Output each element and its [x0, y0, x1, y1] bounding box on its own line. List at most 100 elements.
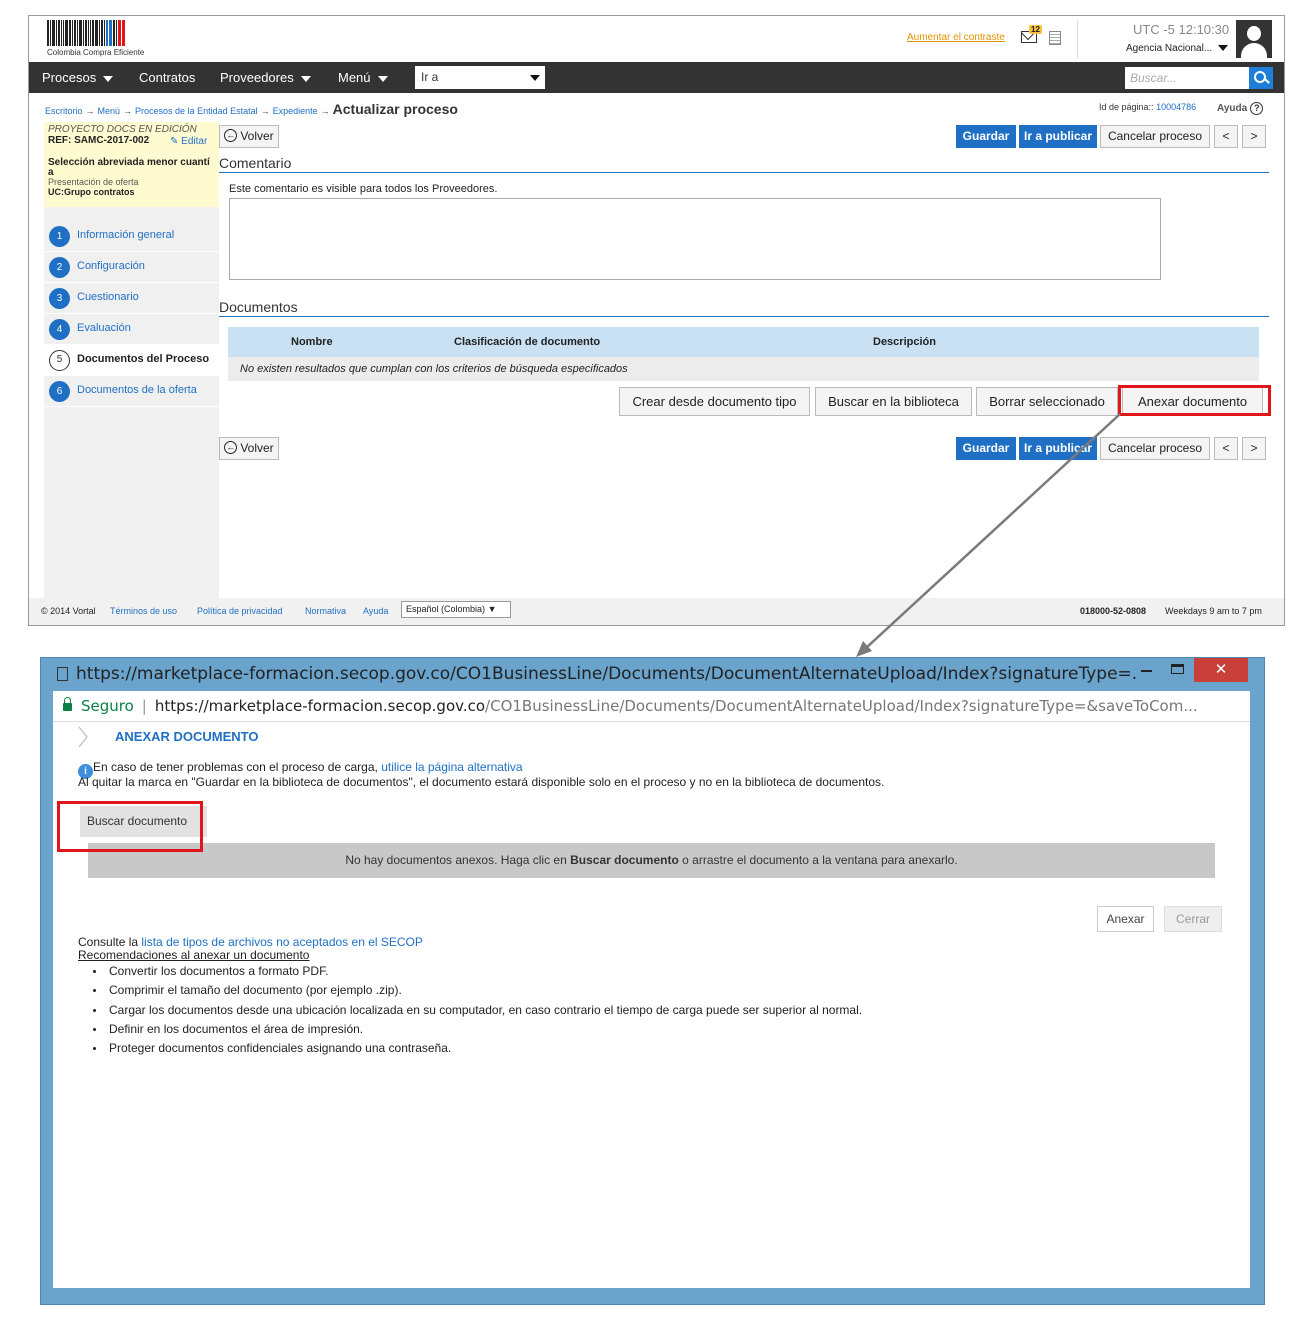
breadcrumb: Escritorio → Menú → Procesos de la Entidad E…	[45, 101, 458, 117]
popup-title-bar: https://marketplace-formacion.secop.gov.…	[57, 664, 1137, 684]
list-item: Definir en los documentos el área de imp…	[92, 1022, 862, 1041]
minimize-icon[interactable]	[1141, 670, 1152, 672]
step-number: 2	[49, 257, 70, 278]
nav-contratos[interactable]: Contratos	[139, 70, 195, 85]
nav-menu[interactable]: Menú	[338, 70, 388, 85]
nav-procesos-label: Procesos	[42, 70, 97, 85]
prev-button[interactable]: <	[1214, 125, 1238, 148]
attach-button[interactable]: Anexar	[1097, 906, 1154, 932]
save-button[interactable]: Guardar	[956, 125, 1016, 148]
document-icon[interactable]	[1049, 31, 1061, 45]
cancel-process-button[interactable]: Cancelar proceso	[1100, 125, 1210, 148]
project-phase: Presentación de oferta	[48, 177, 139, 187]
step-evaluacion[interactable]: 4 Evaluación	[44, 314, 219, 345]
step-label: Cuestionario	[77, 291, 139, 303]
highlight-box	[1118, 385, 1271, 416]
consult-prefix: Consulte la	[78, 935, 139, 949]
publish-button-bottom[interactable]: Ir a publicar	[1019, 437, 1097, 460]
user-avatar-icon[interactable]	[1236, 20, 1272, 58]
nav-proveedores[interactable]: Proveedores	[220, 70, 311, 85]
breadcrumb-procesos[interactable]: Procesos de la Entidad Estatal	[135, 106, 258, 116]
list-item: Comprimir el tamaño del documento (por e…	[92, 983, 862, 1002]
breadcrumb-escritorio[interactable]: Escritorio	[45, 106, 83, 116]
info-text: En caso de tener problemas con el proces…	[93, 760, 378, 774]
col-clasificacion[interactable]: Clasificación de documento	[454, 336, 600, 348]
next-button-bottom[interactable]: >	[1242, 437, 1266, 460]
project-summary: PROYECTO DOCS EN EDICIÓN REF: SAMC-2017-…	[44, 122, 219, 207]
terms-link[interactable]: Términos de uso	[110, 606, 177, 616]
breadcrumb-menu[interactable]: Menú	[98, 106, 121, 116]
highlight-box	[57, 801, 203, 852]
project-unit: UC:Grupo contratos	[48, 187, 135, 197]
unaccepted-types-link[interactable]: lista de tipos de archivos no aceptados …	[141, 935, 423, 949]
main-navbar: Procesos Contratos Proveedores Menú Ir a…	[29, 62, 1284, 93]
page-id-label: Id de página::	[1099, 102, 1154, 112]
col-descripcion[interactable]: Descripción	[873, 336, 936, 348]
dropzone-prefix: No hay documentos anexos. Haga clic en	[345, 853, 567, 867]
back-button-bottom[interactable]: ← Volver	[219, 437, 279, 460]
popup-content: ANEXAR DOCUMENTO i En caso de tener probl…	[53, 722, 1250, 1288]
help-link[interactable]: Ayuda	[1217, 102, 1263, 115]
close-button[interactable]: Cerrar	[1164, 906, 1222, 932]
search-icon[interactable]	[1249, 67, 1273, 89]
maximize-icon[interactable]	[1171, 664, 1184, 674]
nav-procesos[interactable]: Procesos	[42, 70, 114, 85]
colombia-compra-logo[interactable]: Colombia Compra Eficiente	[47, 20, 157, 58]
increase-contrast-link[interactable]: Aumentar el contraste	[907, 32, 1005, 43]
save-button-bottom[interactable]: Guardar	[956, 437, 1016, 460]
step-cuestionario[interactable]: 3 Cuestionario	[44, 283, 219, 314]
breadcrumb-expediente[interactable]: Expediente	[273, 106, 318, 116]
library-note: Al quitar la marca en "Guardar en la bib…	[78, 775, 885, 789]
footer: © 2014 Vortal Términos de uso Política d…	[29, 598, 1284, 625]
language-select[interactable]: Español (Colombia) ▼	[401, 601, 511, 618]
privacy-link[interactable]: Política de privacidad	[197, 606, 283, 616]
back-button[interactable]: ← Volver	[219, 125, 279, 148]
delete-selected-button[interactable]: Borrar seleccionado	[976, 387, 1118, 416]
prev-button-bottom[interactable]: <	[1214, 437, 1238, 460]
mail-count-badge: 12	[1029, 25, 1042, 34]
copyright: © 2014 Vortal	[41, 606, 96, 616]
edit-link[interactable]: ✎ Editar	[170, 136, 207, 147]
goto-select[interactable]: Ir a	[415, 66, 545, 89]
close-window-button[interactable]: ✕	[1194, 658, 1248, 682]
step-info-general[interactable]: 1 Información general	[44, 221, 219, 252]
step-documentos-oferta[interactable]: 6 Documentos de la oferta	[44, 376, 219, 407]
recommendations-title: Recomendaciones al anexar un documento	[78, 948, 310, 962]
url-path: /CO1BusinessLine/Documents/DocumentAlter…	[485, 697, 1198, 715]
step-number: 4	[49, 319, 70, 340]
chevron-down-icon	[300, 75, 311, 82]
search-input[interactable]: Buscar...	[1125, 67, 1249, 89]
edit-label: Editar	[181, 136, 208, 147]
cancel-process-button-bottom[interactable]: Cancelar proceso	[1100, 437, 1210, 460]
step-number: 3	[49, 288, 70, 309]
language-value: Español (Colombia)	[406, 604, 486, 614]
comment-note: Este comentario es visible para todos lo…	[229, 183, 498, 195]
sidebar: PROYECTO DOCS EN EDICIÓN REF: SAMC-2017-…	[44, 122, 219, 625]
alternate-page-link[interactable]: utilice la página alternativa	[381, 760, 522, 774]
attach-document-popup: https://marketplace-formacion.secop.gov.…	[40, 657, 1265, 1305]
help-footer-link[interactable]: Ayuda	[363, 606, 388, 616]
col-nombre[interactable]: Nombre	[291, 336, 333, 348]
normativa-link[interactable]: Normativa	[305, 606, 346, 616]
comment-textarea[interactable]	[229, 198, 1161, 280]
step-configuracion[interactable]: 2 Configuración	[44, 252, 219, 283]
publish-button[interactable]: Ir a publicar	[1019, 125, 1097, 148]
barcode-logo-icon	[47, 20, 157, 46]
next-button[interactable]: >	[1242, 125, 1266, 148]
create-from-template-button[interactable]: Crear desde documento tipo	[619, 387, 810, 416]
secop-process-window: Colombia Compra Eficiente Aumentar el co…	[28, 15, 1285, 626]
url-scheme: https://	[154, 697, 209, 715]
chevron-down-icon	[103, 75, 114, 82]
chevron-right-icon	[78, 726, 88, 748]
arrow-left-icon: ←	[224, 129, 238, 143]
agency-dropdown[interactable]: Agencia Nacional...	[1126, 43, 1228, 54]
dropzone[interactable]: No hay documentos anexos. Haga clic en B…	[88, 843, 1215, 878]
address-bar[interactable]: Seguro | https://marketplace-formacion.sec…	[53, 691, 1250, 722]
project-modality: Selección abreviada menor cuantí	[48, 157, 210, 168]
page-title: Actualizar proceso	[332, 101, 458, 117]
search-library-button[interactable]: Buscar en la biblioteca	[815, 387, 972, 416]
step-documentos-proceso[interactable]: 5 Documentos del Proceso	[44, 345, 219, 376]
back-label: Volver	[240, 441, 274, 455]
step-number: 5	[49, 350, 70, 371]
support-phone: 018000-52-0808	[1080, 606, 1147, 616]
